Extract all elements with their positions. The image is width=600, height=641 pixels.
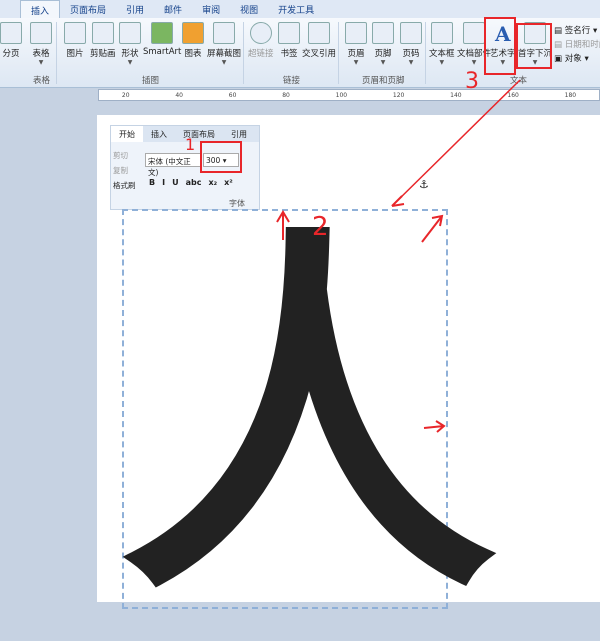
arrow-diagonal — [421, 214, 444, 243]
highlight-font-size — [200, 141, 242, 173]
arrow-right — [423, 420, 446, 433]
arrow-up — [276, 210, 290, 240]
arrow-line — [391, 79, 521, 207]
annotation-3: 3 — [465, 69, 479, 94]
highlight-drop-cap — [516, 23, 552, 69]
highlight-wordart — [484, 17, 516, 75]
arrow-head — [391, 195, 405, 207]
annotation-2: 2 — [312, 212, 329, 242]
annotation-1: 1 — [185, 135, 195, 154]
annotations: 2 1 3 — [185, 17, 552, 433]
